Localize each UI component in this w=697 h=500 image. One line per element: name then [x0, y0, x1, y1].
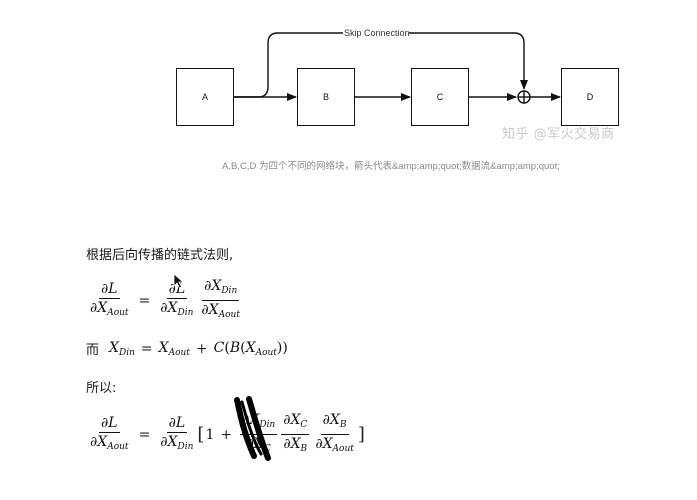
fraction-dl-dxaout: ∂L ∂XAout	[90, 280, 129, 318]
mouse-cursor-icon	[173, 273, 185, 289]
block-d: D	[561, 68, 619, 126]
skip-connection-path	[234, 32, 528, 98]
equation-chain-rule: ∂L ∂XAout = ∂L ∂XDin ∂XDin ∂XAout	[86, 278, 244, 323]
fraction-dxdin-dxaout: ∂XDin ∂XAout	[201, 278, 240, 320]
therefore-label: 所以:	[86, 381, 117, 396]
watermark: 知乎 @军火交易商	[502, 127, 615, 142]
scribble-mark	[234, 396, 271, 461]
equation-final: ∂L ∂XAout = ∂L ∂XDin [ 1 + ∂XDin ∂XC ∂XC…	[86, 412, 365, 457]
equation-xdin: 而 XDin = XAout + C(B(XAout))	[86, 339, 288, 359]
diagram-caption: A,B,C,D 为四个不同的网络块，箭头代表&amp;amp;quot;数据流&…	[222, 161, 560, 172]
block-a: A	[176, 68, 234, 126]
block-c: C	[411, 68, 469, 126]
skip-connection-label: Skip Connection	[344, 28, 410, 38]
chain-rule-intro: 根据后向传播的链式法则,	[86, 248, 234, 263]
block-b: B	[297, 68, 355, 126]
sum-node-icon	[517, 90, 531, 104]
